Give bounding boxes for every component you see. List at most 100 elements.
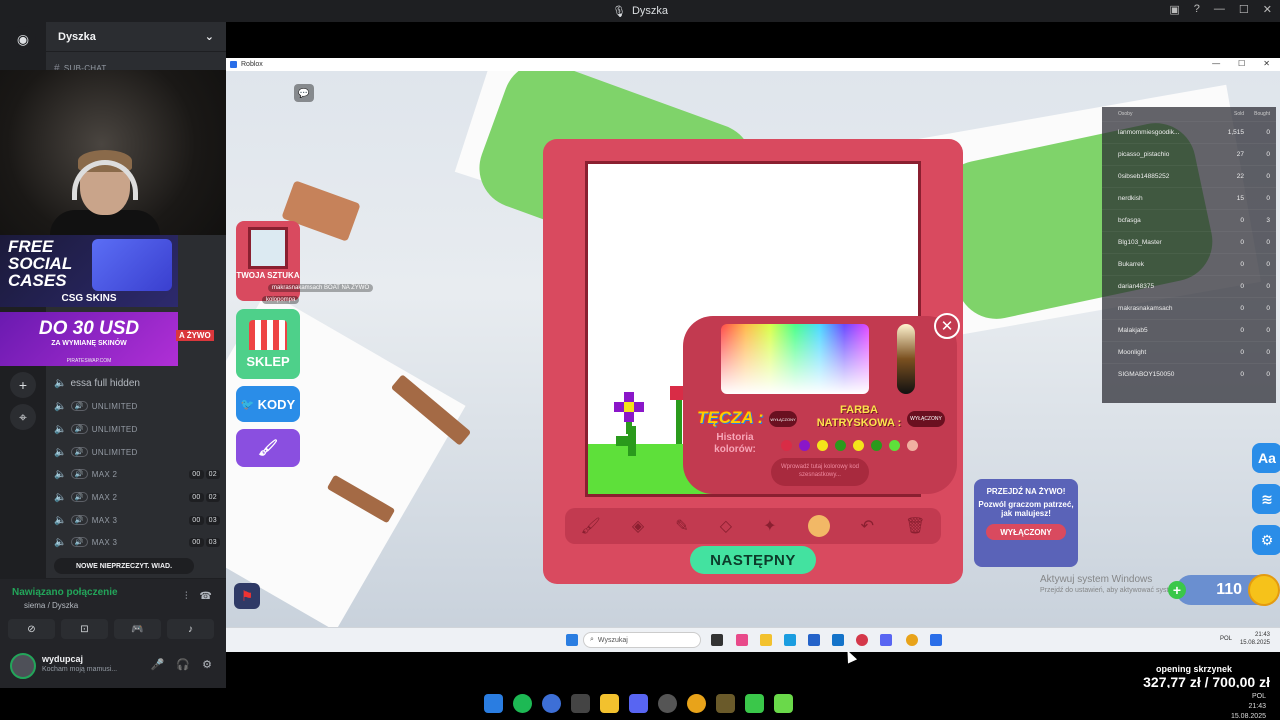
chat-icon[interactable]: 💬 (294, 84, 314, 102)
unread-messages-pill[interactable]: NOWE NIEPRZECZYT. WIAD. (54, 558, 194, 574)
settings-gear-icon[interactable]: ⚙ (1252, 525, 1280, 555)
hex-code-input[interactable]: Wprowadź tutaj kolorowy kod szesnastkowy… (771, 458, 869, 486)
color-swatch[interactable] (853, 440, 864, 451)
pen-tool-icon[interactable]: ✎ (675, 516, 688, 536)
taskbar-search[interactable]: ⌕ Wyszukaj (583, 632, 701, 648)
maximize-button[interactable]: ☐ (1239, 3, 1249, 16)
settings-gear-icon[interactable]: ⚙ (202, 658, 212, 671)
leaderboard-row[interactable]: picasso_pistachio 27 0 (1102, 143, 1276, 165)
app-icon[interactable] (745, 694, 764, 713)
color-swatch[interactable] (799, 440, 810, 451)
inbox-icon[interactable]: ▣ (1169, 3, 1179, 16)
leaderboard-row[interactable]: SIGMABOY150050 0 0 (1102, 363, 1276, 385)
camera-off-button[interactable]: ⊘ (8, 619, 55, 639)
activity-button[interactable]: 🎮 (114, 619, 161, 639)
brush-tool-icon[interactable]: 🖌 (581, 516, 601, 536)
channel-unlimited-1[interactable]: 🔈 🔊 UNLIMITED (54, 395, 220, 417)
spotify-icon[interactable] (513, 694, 532, 713)
file-explorer-icon[interactable] (600, 694, 619, 713)
minecraft-icon[interactable] (716, 694, 735, 713)
leaderboard-row[interactable]: Bukarrek 0 0 (1102, 253, 1276, 275)
microphone-icon[interactable]: 🎤 (151, 658, 165, 671)
leaderboard-row[interactable]: Malakjab5 0 0 (1102, 319, 1276, 341)
avatar[interactable] (10, 653, 36, 679)
discord-icon[interactable] (880, 634, 892, 646)
add-coins-button[interactable]: + (1168, 581, 1186, 599)
windows-start-icon[interactable] (484, 694, 503, 713)
channel-unlimited-3[interactable]: 🔈 🔊 UNLIMITED (54, 441, 220, 463)
chevron-down-icon[interactable]: ⌄ (205, 30, 214, 43)
channel-unlimited-2[interactable]: 🔈 🔊 UNLIMITED (54, 418, 220, 440)
close-button[interactable]: ✕ (1263, 59, 1270, 68)
spray-tool-icon[interactable]: ✦ (763, 516, 776, 536)
leaderboard-row[interactable]: makrasnakamsach 0 0 (1102, 297, 1276, 319)
screen-share-button[interactable]: ⊡ (61, 619, 108, 639)
color-swatch[interactable] (871, 440, 882, 451)
shop-button[interactable]: SKLEP (236, 309, 300, 379)
paint-search-button[interactable]: 🖌 (236, 429, 300, 467)
disconnect-icon[interactable]: ☎ (200, 591, 212, 602)
minimize-button[interactable]: — (1214, 3, 1225, 16)
color-swatch[interactable] (817, 440, 828, 451)
windows-start-icon[interactable] (566, 634, 578, 646)
channel-max3-1[interactable]: 🔈 🔊 MAX 3 00 03 (54, 509, 220, 531)
app-icon[interactable] (571, 694, 590, 713)
outlook-icon[interactable] (832, 634, 844, 646)
opera-icon[interactable] (856, 634, 868, 646)
next-button[interactable]: NASTĘPNY (690, 546, 816, 574)
brightness-slider[interactable] (897, 324, 915, 394)
minimize-button[interactable]: — (1212, 59, 1220, 68)
rainbow-toggle[interactable]: WYŁĄCZONY (769, 411, 797, 427)
discord-home-icon[interactable]: ◉ (10, 26, 36, 52)
current-color-swatch[interactable] (807, 515, 830, 537)
explore-icon[interactable]: ⌖ (10, 404, 36, 430)
eraser-icon[interactable]: ◇ (720, 516, 732, 536)
add-server-icon[interactable]: + (10, 372, 36, 398)
color-swatch[interactable] (781, 440, 792, 451)
obs-icon[interactable] (658, 694, 677, 713)
channel-essa[interactable]: 🔈 essa full hidden (54, 372, 220, 394)
undo-icon[interactable]: ↶ (861, 516, 874, 536)
chrome-icon[interactable] (687, 694, 706, 713)
leaderboard-row[interactable]: lanmommiesgoodik... 1,515 0 (1102, 121, 1276, 143)
discord-icon[interactable] (629, 694, 648, 713)
close-picker-button[interactable]: ✕ (934, 313, 960, 339)
file-explorer-icon[interactable] (760, 634, 772, 646)
color-swatch[interactable] (907, 440, 918, 451)
text-size-button[interactable]: Aa (1252, 443, 1280, 473)
voice-location[interactable]: siema / Dyszka (24, 601, 78, 610)
task-view-icon[interactable] (711, 634, 723, 646)
report-flag-icon[interactable]: ⚑ (234, 583, 260, 609)
codes-button[interactable]: 🐦 KODY (236, 386, 300, 422)
layers-icon[interactable]: ≋ (1252, 484, 1280, 514)
chrome-icon[interactable] (906, 634, 918, 646)
color-swatch[interactable] (835, 440, 846, 451)
channel-max3-2[interactable]: 🔈 🔊 MAX 3 00 03 (54, 531, 220, 553)
color-swatch[interactable] (889, 440, 900, 451)
leaderboard-row[interactable]: nerdkish 15 0 (1102, 187, 1276, 209)
headphones-icon[interactable]: 🎧 (176, 658, 190, 671)
leaderboard-row[interactable]: Blg103_Master 0 0 (1102, 231, 1276, 253)
leaderboard-row[interactable]: darian48375 0 0 (1102, 275, 1276, 297)
trash-icon[interactable]: 🗑 (905, 516, 925, 536)
store-icon[interactable] (808, 634, 820, 646)
leaderboard-row[interactable]: 0sibseb14885252 22 0 (1102, 165, 1276, 187)
game-viewport[interactable]: 💬 TWOJA SZTUKA makrasnakamsach BOAT NA Ż… (226, 71, 1280, 627)
fill-bucket-icon[interactable]: ◈ (632, 516, 644, 536)
leaderboard-row[interactable]: bcfasga 0 3 (1102, 209, 1276, 231)
spray-paint-toggle[interactable]: WYŁĄCZONY (907, 411, 945, 427)
color-gradient-field[interactable] (721, 324, 869, 394)
channel-max2-2[interactable]: 🔈 🔊 MAX 2 00 02 (54, 486, 220, 508)
channel-max2-1[interactable]: 🔈 🔊 MAX 2 00 02 (54, 463, 220, 485)
go-live-toggle[interactable]: WYŁĄCZONY (986, 524, 1066, 540)
help-icon[interactable]: ? (1194, 3, 1200, 16)
leaderboard-row[interactable]: Moonlight 0 0 (1102, 341, 1276, 363)
edge-icon[interactable] (784, 634, 796, 646)
close-button[interactable]: ✕ (1263, 3, 1272, 16)
noise-icon[interactable]: ⫶ (185, 591, 188, 602)
app-icon[interactable] (774, 694, 793, 713)
soundboard-button[interactable]: ♪ (167, 619, 214, 639)
maximize-button[interactable]: ☐ (1238, 59, 1245, 68)
server-header[interactable]: Dyszka ⌄ (46, 22, 226, 52)
app-icon[interactable] (542, 694, 561, 713)
